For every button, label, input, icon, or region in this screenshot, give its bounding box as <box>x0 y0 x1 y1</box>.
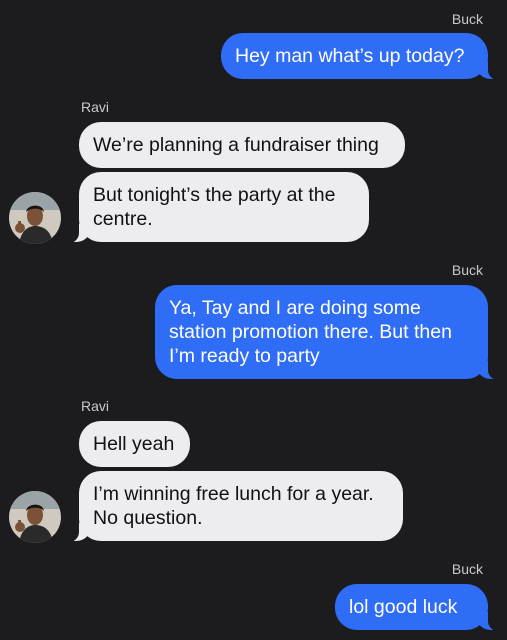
message-bubble-outgoing[interactable]: Hey man what’s up today? <box>221 33 500 80</box>
message-text: Hell yeah <box>93 433 175 455</box>
message-bubble-incoming[interactable]: We’re planning a fundraiser thing <box>79 122 405 168</box>
sender-label-buck: Buck <box>451 262 483 278</box>
message-text-line: I’m ready to party <box>169 345 320 367</box>
message-text-line: station promotion there. But then <box>169 321 452 343</box>
sender-label-buck: Buck <box>451 11 483 27</box>
message-bubble-incoming[interactable]: Hell yeah <box>79 421 190 467</box>
message-text: lol good luck <box>349 596 458 618</box>
sender-label-ravi: Ravi <box>81 398 110 414</box>
contact-avatar-icon[interactable] <box>9 491 61 543</box>
message-text-line: Ya, Tay and I are doing some <box>169 297 421 319</box>
message-bubble-outgoing[interactable]: Ya, Tay and I are doing some station pro… <box>155 285 500 380</box>
contact-avatar-icon[interactable] <box>9 192 61 244</box>
message-bubble-incoming[interactable]: I’m winning free lunch for a year. No qu… <box>67 471 403 542</box>
sender-label-ravi: Ravi <box>81 99 110 115</box>
message-bubble-outgoing[interactable]: lol good luck <box>335 584 500 631</box>
message-text-line: No question. <box>93 507 203 529</box>
message-text: We’re planning a fundraiser thing <box>93 134 379 156</box>
message-text-line: centre. <box>93 208 153 230</box>
message-text-line: I’m winning free lunch for a year. <box>93 483 374 505</box>
message-bubble-incoming[interactable]: But tonight’s the party at the centre. <box>67 172 369 243</box>
sender-label-buck: Buck <box>451 561 483 577</box>
message-text: Hey man what’s up today? <box>235 45 465 67</box>
message-text-line: But tonight’s the party at the <box>93 184 336 206</box>
